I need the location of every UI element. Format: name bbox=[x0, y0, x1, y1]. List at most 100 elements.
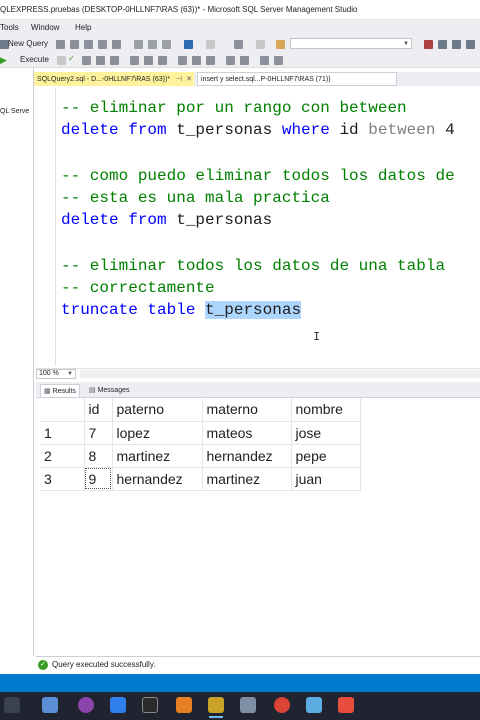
table-row[interactable]: 2 8 martinez hernandez pepe bbox=[40, 444, 361, 468]
activity-monitor-icon[interactable] bbox=[234, 40, 243, 49]
dmx-query-icon[interactable] bbox=[84, 40, 93, 49]
code-token: -- correctamente bbox=[61, 279, 215, 297]
vscode-icon[interactable] bbox=[110, 697, 126, 713]
code-token: t_personas bbox=[205, 301, 302, 319]
database-query-icon[interactable] bbox=[56, 40, 65, 49]
chrome-icon[interactable] bbox=[274, 697, 290, 713]
query-options-icon[interactable] bbox=[96, 56, 105, 65]
indent-icon[interactable] bbox=[260, 56, 269, 65]
live-stats-icon[interactable] bbox=[144, 56, 153, 65]
stop-icon[interactable] bbox=[57, 56, 66, 65]
table-cell[interactable]: martinez bbox=[202, 467, 292, 491]
tab-messages[interactable]: ▤ Messages bbox=[86, 384, 132, 397]
results-to-grid-icon[interactable] bbox=[192, 56, 201, 65]
row-number[interactable]: 3 bbox=[40, 467, 85, 491]
table-cell[interactable]: mateos bbox=[202, 421, 292, 445]
table-row[interactable]: 3 9 hernandez martinez juan bbox=[40, 467, 361, 491]
github-desktop-icon[interactable] bbox=[78, 697, 94, 713]
code-line[interactable]: -- correctamente bbox=[61, 278, 215, 298]
terminal-icon[interactable] bbox=[142, 697, 158, 713]
table-cell[interactable]: lopez bbox=[112, 421, 203, 445]
column-header[interactable]: paterno bbox=[112, 398, 203, 422]
code-token: delete from bbox=[61, 211, 177, 229]
messages-icon: ▤ bbox=[89, 387, 96, 394]
code-line[interactable]: -- eliminar por un rango con between bbox=[61, 98, 407, 118]
row-number[interactable]: 2 bbox=[40, 444, 85, 468]
navigate-icon[interactable] bbox=[256, 40, 265, 49]
menu-help[interactable]: Help bbox=[75, 23, 91, 32]
template-explorer-icon[interactable] bbox=[452, 40, 461, 49]
paste-icon[interactable] bbox=[162, 40, 171, 49]
tab-sqlquery2[interactable]: SQLQuery2.sql - D...-0HLLNF7\RAS (63))* … bbox=[34, 72, 194, 86]
table-cell[interactable]: jose bbox=[291, 421, 361, 445]
column-header[interactable]: id bbox=[84, 398, 113, 422]
row-number-header[interactable] bbox=[40, 398, 85, 422]
table-cell[interactable]: martinez bbox=[112, 444, 203, 468]
results-tabs: ▦ Results ▤ Messages bbox=[36, 382, 480, 398]
table-cell[interactable]: 9 bbox=[84, 467, 113, 491]
toolbox-icon[interactable] bbox=[466, 40, 475, 49]
azure-data-studio-icon[interactable] bbox=[306, 697, 322, 713]
object-explorer-node[interactable]: QL Serve bbox=[0, 108, 34, 115]
results-to-text-icon[interactable] bbox=[178, 56, 187, 65]
tab-insert-select[interactable]: insert y select.sql...P-0HLLNF7\RAS (71)… bbox=[197, 72, 397, 86]
tab-results[interactable]: ▦ Results bbox=[40, 384, 80, 397]
redo-icon[interactable] bbox=[206, 40, 215, 49]
pin-icon[interactable]: ⊣ bbox=[176, 76, 182, 83]
results-to-file-icon[interactable] bbox=[206, 56, 215, 65]
horizontal-scrollbar[interactable] bbox=[80, 370, 480, 378]
table-cell[interactable]: hernandez bbox=[202, 444, 292, 468]
search-combo[interactable]: ▼ bbox=[290, 38, 412, 49]
zoom-select[interactable]: 100 % ▼ bbox=[36, 369, 76, 379]
parse-icon[interactable]: ✓ bbox=[68, 54, 75, 63]
files-taskbar-icon[interactable] bbox=[42, 697, 58, 713]
close-icon[interactable]: ✕ bbox=[186, 76, 192, 83]
xmla-query-icon[interactable] bbox=[98, 40, 107, 49]
app-red-icon[interactable] bbox=[338, 697, 354, 713]
outdent-icon[interactable] bbox=[274, 56, 283, 65]
paint-icon[interactable] bbox=[240, 697, 256, 713]
row-number[interactable]: 1 bbox=[40, 421, 85, 445]
document-tabs: SQLQuery2.sql - D...-0HLLNF7\RAS (63))* … bbox=[34, 72, 480, 86]
menu-tools[interactable]: Tools bbox=[0, 23, 19, 32]
ssms-icon[interactable] bbox=[208, 697, 224, 713]
properties-icon[interactable] bbox=[424, 40, 433, 49]
mdx-query-icon[interactable] bbox=[70, 40, 79, 49]
undo-icon[interactable] bbox=[184, 40, 193, 49]
object-explorer-icon[interactable] bbox=[438, 40, 447, 49]
table-cell[interactable]: 7 bbox=[84, 421, 113, 445]
code-line[interactable]: delete from t_personas where id between … bbox=[61, 120, 455, 140]
code-line[interactable]: -- como puedo eliminar todos los datos d… bbox=[61, 166, 455, 186]
code-line[interactable]: -- eliminar todos los datos de una tabla bbox=[61, 256, 445, 276]
find-icon[interactable] bbox=[276, 40, 285, 49]
code-line[interactable]: truncate table t_personas bbox=[61, 300, 302, 320]
table-cell[interactable]: hernandez bbox=[112, 467, 203, 491]
table-cell[interactable]: pepe bbox=[291, 444, 361, 468]
include-plan-icon[interactable] bbox=[130, 56, 139, 65]
column-header[interactable]: nombre bbox=[291, 398, 361, 422]
copy-icon[interactable] bbox=[148, 40, 157, 49]
column-header[interactable]: materno bbox=[202, 398, 292, 422]
client-stats-icon[interactable] bbox=[158, 56, 167, 65]
menu-window[interactable]: Window bbox=[31, 23, 59, 32]
uncomment-icon[interactable] bbox=[240, 56, 249, 65]
window-title: QLEXPRESS.pruebas (DESKTOP-0HLLNF7\RAS (… bbox=[0, 5, 358, 14]
new-query-button[interactable]: New Query bbox=[8, 39, 48, 48]
execute-icon[interactable]: ▶ bbox=[0, 55, 7, 66]
code-line[interactable]: delete from t_personas bbox=[61, 210, 272, 230]
chevron-down-icon: ▼ bbox=[67, 371, 73, 377]
cut-icon[interactable] bbox=[134, 40, 143, 49]
table-row[interactable]: 1 7 lopez mateos jose bbox=[40, 421, 361, 445]
xampp-icon[interactable] bbox=[176, 697, 192, 713]
code-line[interactable]: -- esta es una mala practica bbox=[61, 188, 330, 208]
code-token: between bbox=[368, 121, 446, 139]
table-cell[interactable]: juan bbox=[291, 467, 361, 491]
search-taskbar-icon[interactable] bbox=[4, 697, 20, 713]
results-grid: id paterno materno nombre 1 7 lopez mate… bbox=[40, 398, 361, 491]
table-cell[interactable]: 8 bbox=[84, 444, 113, 468]
intellisense-icon[interactable] bbox=[110, 56, 119, 65]
dax-query-icon[interactable] bbox=[112, 40, 121, 49]
execute-button[interactable]: Execute bbox=[20, 55, 49, 64]
comment-icon[interactable] bbox=[226, 56, 235, 65]
estimated-plan-icon[interactable] bbox=[82, 56, 91, 65]
